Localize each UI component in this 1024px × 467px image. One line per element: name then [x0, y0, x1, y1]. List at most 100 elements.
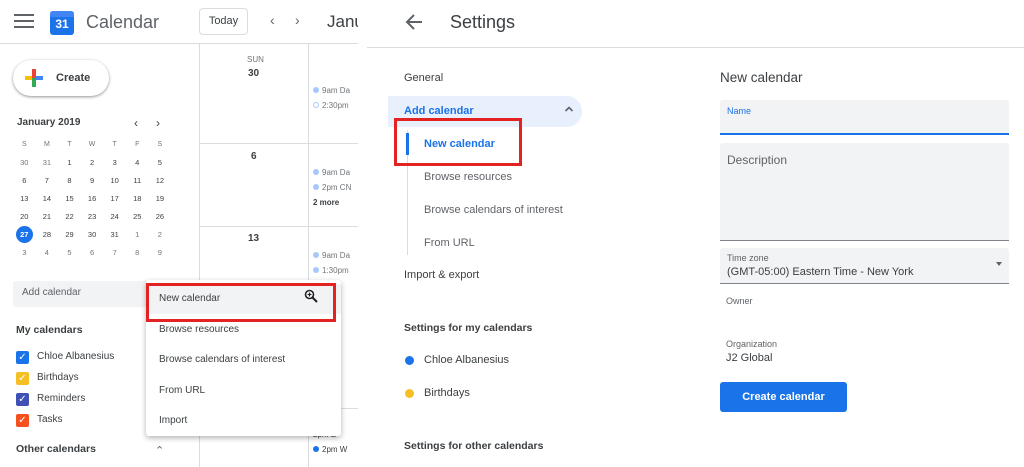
- next-period-icon[interactable]: ›: [295, 12, 300, 28]
- event-chip[interactable]: 9am Da: [313, 168, 350, 177]
- checkbox-checked-icon[interactable]: ✓: [16, 393, 29, 406]
- mini-month-day[interactable]: 19: [149, 190, 172, 208]
- mini-month-day[interactable]: 5: [58, 244, 81, 262]
- mini-month-day[interactable]: 8: [58, 172, 81, 190]
- checkbox-checked-icon[interactable]: ✓: [16, 372, 29, 385]
- mini-month-day[interactable]: 25: [126, 208, 149, 226]
- mini-month-day[interactable]: 24: [103, 208, 126, 226]
- nav-general[interactable]: General: [404, 72, 443, 84]
- mini-month-day[interactable]: 18: [126, 190, 149, 208]
- day-number[interactable]: 30: [248, 68, 259, 79]
- day-number[interactable]: 6: [251, 151, 257, 162]
- mini-month-next-icon[interactable]: ›: [156, 116, 160, 130]
- mini-month-day[interactable]: 1: [58, 154, 81, 172]
- settings-view: Settings General Add calendar New calend…: [367, 0, 1024, 467]
- mini-month-day[interactable]: 4: [36, 244, 59, 262]
- app-title: Calendar: [86, 12, 160, 32]
- mini-month-day-label: 30: [87, 230, 97, 239]
- mini-month-day-label: 5: [157, 158, 162, 167]
- name-field[interactable]: Name: [720, 100, 1009, 135]
- checkbox-checked-icon[interactable]: ✓: [16, 414, 29, 427]
- day-number[interactable]: 13: [248, 233, 259, 244]
- mini-month-day[interactable]: 31: [36, 154, 59, 172]
- create-label: Create: [56, 72, 91, 84]
- my-calendar-name: Chloe Albanesius: [37, 351, 115, 362]
- mini-month-day-label: 23: [87, 212, 97, 221]
- mini-month-day[interactable]: 3: [103, 154, 126, 172]
- mini-month-day[interactable]: 2: [149, 226, 172, 244]
- mini-month-day[interactable]: 21: [36, 208, 59, 226]
- mini-month-day[interactable]: 14: [36, 190, 59, 208]
- mini-month-day-label: 27: [15, 226, 33, 243]
- description-field[interactable]: Description: [720, 143, 1009, 241]
- mini-month-day[interactable]: 31: [103, 226, 126, 244]
- event-chip[interactable]: 9am Da: [313, 86, 350, 95]
- mini-month-day[interactable]: 9: [149, 244, 172, 262]
- mini-month-day[interactable]: 26: [149, 208, 172, 226]
- mini-month-day[interactable]: 5: [149, 154, 172, 172]
- event-chip[interactable]: 2pm CN: [313, 183, 351, 192]
- menu-item-import[interactable]: Import: [146, 406, 341, 436]
- mini-month-day-label: 10: [110, 176, 119, 185]
- nav-from-url[interactable]: From URL: [424, 237, 475, 249]
- mini-month-day[interactable]: 6: [13, 172, 36, 190]
- create-button[interactable]: Create: [13, 60, 109, 96]
- mini-month-day-label: 3: [112, 158, 117, 167]
- name-field-label: Name: [727, 106, 752, 116]
- mini-month-day[interactable]: 10: [103, 172, 126, 190]
- mini-month-day[interactable]: 9: [81, 172, 104, 190]
- mini-month-day-label: 7: [44, 176, 49, 185]
- mini-month-day[interactable]: 1: [126, 226, 149, 244]
- event-chip[interactable]: 1:30pm: [313, 266, 349, 275]
- mini-month-day[interactable]: 8: [126, 244, 149, 262]
- timezone-value: (GMT-05:00) Eastern Time - New York: [727, 266, 914, 278]
- mini-month-day[interactable]: 7: [103, 244, 126, 262]
- nav-browse-resources[interactable]: Browse resources: [424, 171, 512, 183]
- mini-month-day-label: 26: [155, 212, 165, 221]
- collapse-other-calendars-icon[interactable]: ⌃: [155, 444, 164, 457]
- mini-month-day[interactable]: 23: [81, 208, 104, 226]
- mini-month-day[interactable]: 29: [58, 226, 81, 244]
- nav-browse-calendars-of-interest[interactable]: Browse calendars of interest: [424, 204, 563, 216]
- checkbox-checked-icon[interactable]: ✓: [16, 351, 29, 364]
- back-arrow-icon[interactable]: [405, 12, 423, 32]
- mini-month-day[interactable]: 3: [13, 244, 36, 262]
- description-field-label: Description: [727, 153, 788, 167]
- mini-month-day-label: 1: [67, 158, 72, 167]
- nav-calendar-chloe[interactable]: Chloe Albanesius: [424, 354, 509, 366]
- mini-month-day[interactable]: 27: [13, 226, 36, 244]
- nav-calendar-birthdays[interactable]: Birthdays: [424, 387, 470, 399]
- day-of-week-label: T: [67, 141, 72, 148]
- mini-month-day[interactable]: 22: [58, 208, 81, 226]
- mini-month-day[interactable]: 4: [126, 154, 149, 172]
- mini-month-day[interactable]: 15: [58, 190, 81, 208]
- main-menu-icon[interactable]: [14, 14, 34, 28]
- mini-month-day-label: 21: [42, 212, 52, 221]
- more-events-link[interactable]: 2 more: [313, 198, 339, 207]
- nav-import-export[interactable]: Import & export: [404, 269, 479, 281]
- mini-month-prev-icon[interactable]: ‹: [134, 116, 138, 130]
- mini-month-day[interactable]: 17: [103, 190, 126, 208]
- menu-item-from-url[interactable]: From URL: [146, 376, 341, 406]
- previous-period-icon[interactable]: ‹: [270, 12, 275, 28]
- mini-month-day[interactable]: 16: [81, 190, 104, 208]
- mini-month-day[interactable]: 7: [36, 172, 59, 190]
- mini-month-day[interactable]: 28: [36, 226, 59, 244]
- day-of-week-label: M: [43, 141, 50, 148]
- mini-month-day[interactable]: 20: [13, 208, 36, 226]
- today-button[interactable]: Today: [199, 8, 248, 35]
- mini-month-day[interactable]: 12: [149, 172, 172, 190]
- event-chip[interactable]: 2:30pm: [313, 101, 349, 110]
- mini-month-day[interactable]: 30: [13, 154, 36, 172]
- event-chip[interactable]: 2pm W: [313, 445, 347, 454]
- mini-month-day[interactable]: 11: [126, 172, 149, 190]
- mini-month-day[interactable]: 6: [81, 244, 104, 262]
- calendar-color-dot: [405, 356, 414, 365]
- create-calendar-button[interactable]: Create calendar: [720, 382, 847, 412]
- mini-month-day[interactable]: 30: [81, 226, 104, 244]
- mini-month-day[interactable]: 13: [13, 190, 36, 208]
- event-chip[interactable]: 9am Da: [313, 251, 350, 260]
- menu-item-browse-calendars-of-interest[interactable]: Browse calendars of interest: [146, 345, 341, 375]
- timezone-select[interactable]: Time zone (GMT-05:00) Eastern Time - New…: [720, 248, 1009, 284]
- mini-month-day[interactable]: 2: [81, 154, 104, 172]
